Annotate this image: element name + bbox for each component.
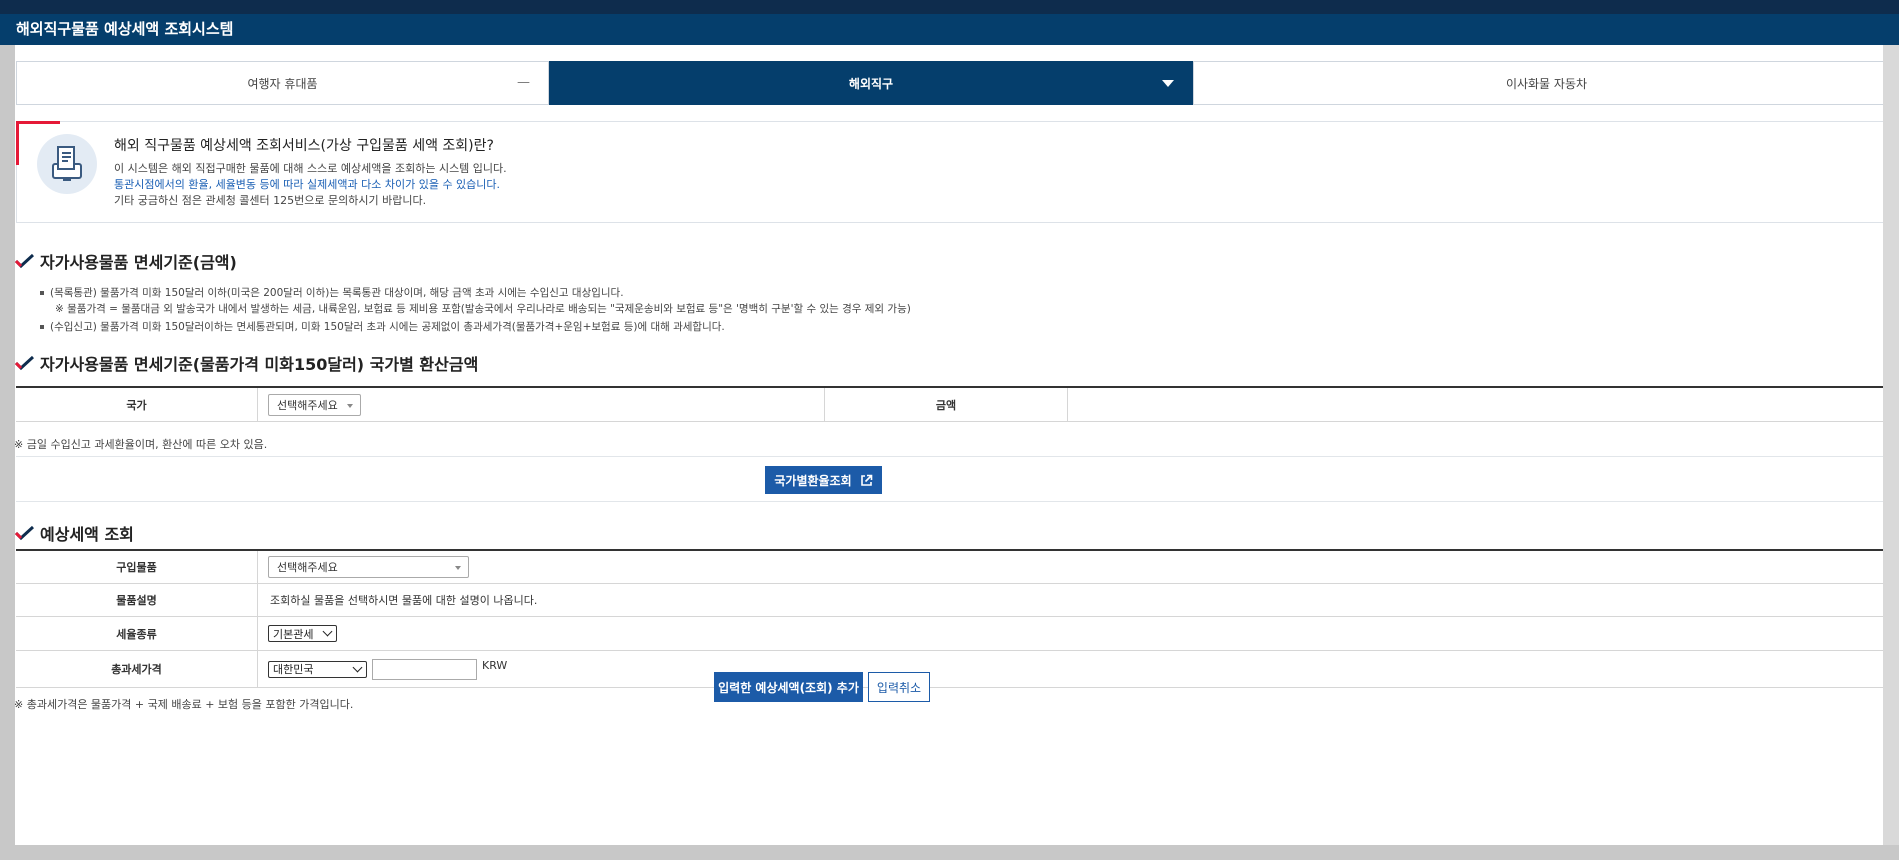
total-price-input[interactable]: [372, 658, 477, 680]
select-value: 대한민국: [273, 663, 314, 676]
info-line: 이 시스템은 해외 직접구매한 물품에 대해 스스로 예상세액을 조회하는 시스…: [114, 162, 507, 175]
select-value: 선택해주세요: [277, 561, 338, 574]
amount-label: 금액: [825, 388, 1068, 421]
dropdown-arrow-icon: [455, 566, 461, 570]
info-box: 해외 직구물품 예상세액 조회서비스(가상 구입물품 세액 조회)란? 이 시스…: [16, 121, 1899, 223]
select-value: 선택해주세요: [277, 398, 338, 412]
button-label: 국가별환율조회: [774, 473, 852, 488]
external-link-icon: [860, 474, 872, 486]
dropdown-arrow-icon: [347, 403, 353, 408]
taxtype-label: 세율종류: [16, 617, 258, 650]
table-row: 총과세가격 대한민국 KRW: [16, 651, 1899, 688]
currency-unit: KRW: [482, 659, 508, 672]
item-label: 구입물품: [16, 551, 258, 583]
bullet-icon: [40, 325, 44, 329]
bullet-item: (목록통관) 물품가격 미화 150달러 이하(미국은 200달러 이하)는 목…: [40, 285, 624, 300]
info-warning-line: 통관시점에서의 환율, 세율변동 등에 따라 실제세액과 다소 차이가 있을 수…: [114, 178, 501, 191]
bottom-frame: [0, 845, 1899, 860]
bullet-icon: [40, 291, 44, 295]
total-price-note: ※ 총과세가격은 물품가격 + 국제 배송료 + 보험 등을 포함한 가격입니다…: [14, 698, 354, 711]
info-title: 해외 직구물품 예상세액 조회서비스(가상 구입물품 세액 조회)란?: [114, 138, 494, 154]
exchange-rate-button[interactable]: 국가별환율조회: [765, 466, 882, 494]
taxtype-select[interactable]: 기본관세: [268, 625, 337, 642]
section-title: 자가사용물품 면세기준(금액): [40, 253, 237, 272]
top-band: [0, 0, 1899, 14]
document-monitor-icon: [37, 134, 97, 194]
country-select[interactable]: 선택해주세요: [268, 393, 361, 416]
table-row: 물품설명 조회하실 물품을 선택하시면 물품에 대한 설명이 나옵니다.: [16, 584, 1899, 617]
table-row: 세율종류 기본관세: [16, 617, 1899, 651]
button-label: 입력한 예상세액(조회) 추가: [718, 680, 859, 695]
check-icon: [15, 525, 34, 541]
vertical-scrollbar[interactable]: [1883, 45, 1899, 860]
app-window: 해외직구물품 예상세액 조회시스템 여행자 휴대품 — 해외직구 이사화물 자동…: [0, 0, 1899, 860]
item-select[interactable]: 선택해주세요: [268, 556, 469, 578]
total-price-cell: 대한민국 KRW: [258, 651, 1899, 687]
tab-label: 이사화물 자동차: [1505, 76, 1588, 91]
corner-accent: [16, 121, 19, 165]
bullet-subnote: ※ 물품가격 = 물품대금 외 발송국가 내에서 발생하는 세금, 내륙운임, …: [55, 303, 911, 315]
check-icon: [15, 253, 34, 269]
table-row: 국가 선택해주세요 금액: [16, 388, 1899, 422]
category-tabs: 여행자 휴대품 — 해외직구 이사화물 자동차: [16, 61, 1899, 105]
country-label: 국가: [16, 388, 258, 421]
desc-label: 물품설명: [16, 584, 258, 616]
tab-traveler-goods[interactable]: 여행자 휴대품 —: [16, 61, 549, 105]
taxtype-cell: 기본관세: [258, 617, 1899, 650]
item-cell: 선택해주세요: [258, 551, 1899, 583]
country-amount-table: 국가 선택해주세요 금액: [16, 386, 1899, 422]
bullet-item: (수입신고) 물품가격 미화 150달러이하는 면세통관되며, 미화 150달러…: [40, 319, 725, 334]
main-content: 여행자 휴대품 — 해외직구 이사화물 자동차 해외 직구물품 예상세액 조회서…: [14, 45, 1899, 845]
section-heading: 자가사용물품 면세기준(금액): [15, 249, 237, 273]
button-band: 국가별환율조회: [16, 456, 1899, 502]
bullet-text: (수입신고) 물품가격 미화 150달러이하는 면세통관되며, 미화 150달러…: [50, 321, 725, 333]
info-line: 기타 궁금하신 점은 관세청 콜센터 125번으로 문의하시기 바랍니다.: [114, 194, 427, 207]
amount-value: [1068, 388, 1899, 421]
desc-text: 조회하실 물품을 선택하시면 물품에 대한 설명이 나옵니다.: [270, 594, 538, 607]
section-heading: 예상세액 조회: [15, 521, 134, 545]
button-label: 입력취소: [876, 680, 922, 695]
add-estimate-button[interactable]: 입력한 예상세액(조회) 추가: [714, 672, 863, 702]
tab-label: 여행자 휴대품: [247, 76, 318, 91]
chevron-down-icon: [352, 662, 363, 672]
chevron-down-icon: [322, 626, 333, 637]
select-value: 기본관세: [273, 627, 314, 641]
country-cell: 선택해주세요: [258, 388, 825, 421]
app-title: 해외직구물품 예상세액 조회시스템: [0, 14, 1899, 45]
currency-select[interactable]: 대한민국: [268, 660, 367, 678]
tab-moving-goods-car[interactable]: 이사화물 자동차: [1193, 61, 1899, 105]
cancel-input-button[interactable]: 입력취소: [868, 672, 930, 702]
bullet-text: (목록통관) 물품가격 미화 150달러 이하(미국은 200달러 이하)는 목…: [50, 287, 624, 299]
total-price-label: 총과세가격: [16, 651, 258, 687]
corner-accent: [16, 121, 60, 124]
tab-label: 해외직구: [848, 76, 894, 91]
check-icon: [15, 355, 34, 371]
section-title: 자가사용물품 면세기준(물품가격 미화150달러) 국가별 환산금액: [40, 355, 479, 374]
tab-overseas-direct-purchase[interactable]: 해외직구: [549, 61, 1193, 105]
section-title: 예상세액 조회: [40, 525, 134, 544]
table-row: 구입물품 선택해주세요: [16, 551, 1899, 584]
minus-icon: —: [517, 75, 530, 90]
caret-down-icon: [1162, 80, 1174, 87]
exchange-note: ※ 금일 수입신고 과세환율이며, 환산에 따른 오차 있음.: [14, 438, 268, 451]
tax-estimate-table: 구입물품 선택해주세요 물품설명 조회하실 물품을 선택하시면 물품에 대한 설…: [16, 549, 1899, 688]
section-heading: 자가사용물품 면세기준(물품가격 미화150달러) 국가별 환산금액: [15, 351, 478, 375]
